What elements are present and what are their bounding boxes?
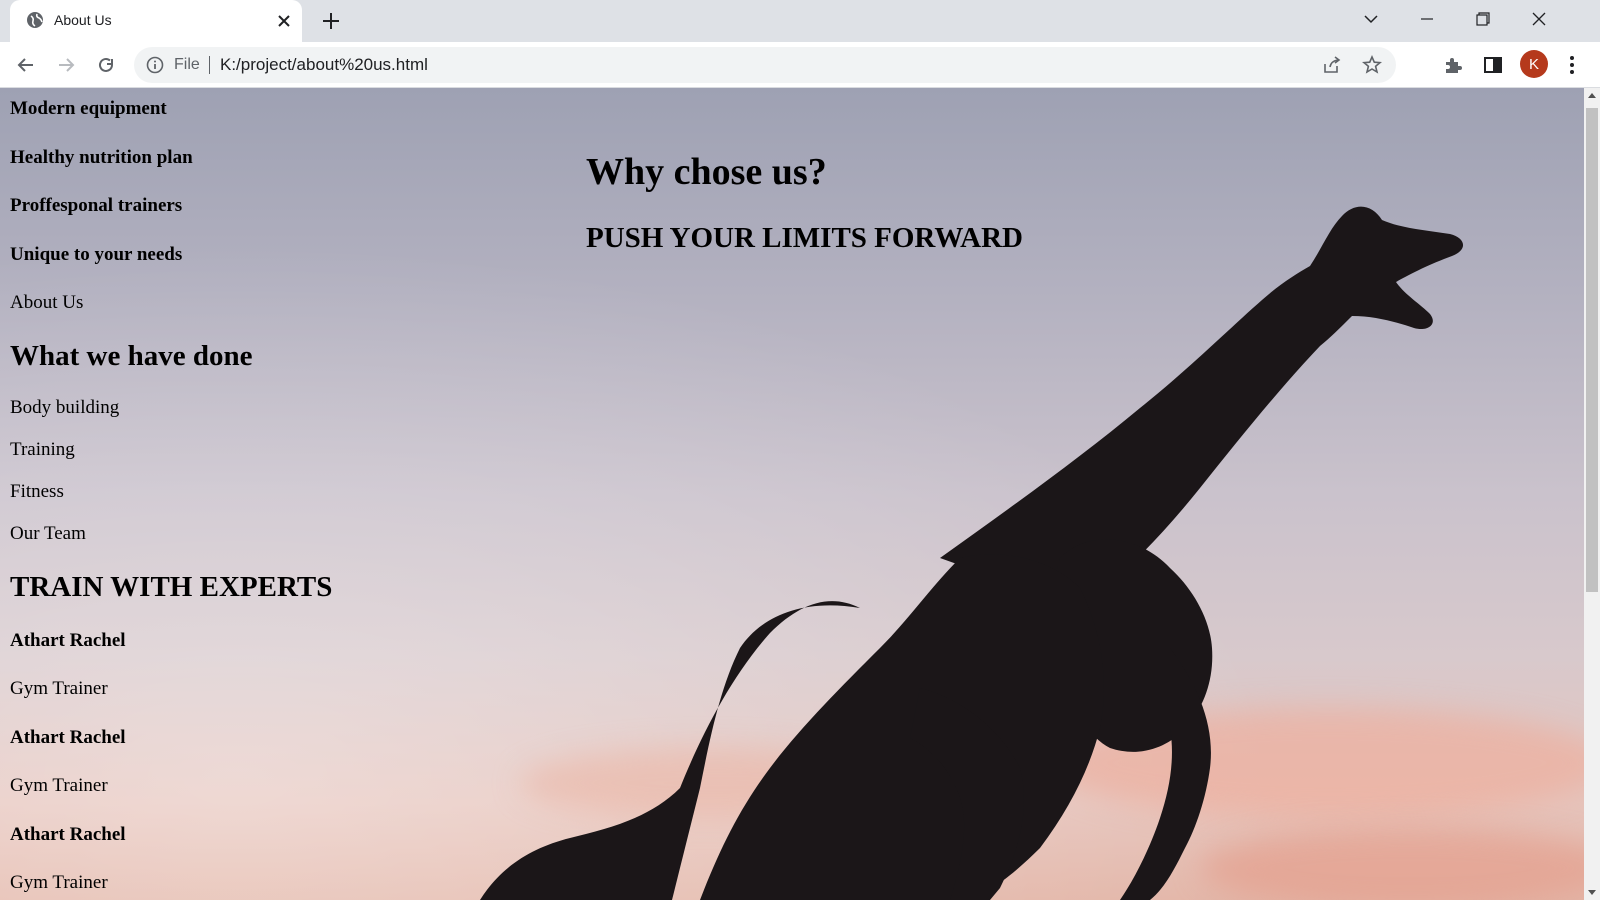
service-training: Training (10, 439, 75, 460)
new-tab-plus-icon[interactable] (320, 10, 342, 32)
about-us-link[interactable]: About Us (10, 292, 83, 314)
scroll-down-arrow-icon[interactable] (1588, 890, 1596, 895)
trainer-role: Gym Trainer (10, 775, 108, 796)
forward-button[interactable] (52, 51, 80, 79)
reload-button[interactable] (92, 51, 120, 79)
tab-search-button[interactable] (1343, 0, 1399, 38)
share-icon[interactable] (1322, 55, 1342, 75)
feature-modern-equipment: Modern equipment (10, 98, 167, 119)
trainer-name: Athart Rachel (10, 727, 126, 748)
globe-icon (27, 12, 43, 28)
trainer-role: Gym Trainer (10, 678, 108, 699)
address-bar[interactable]: File K:/project/about%20us.html (134, 47, 1396, 83)
reload-icon (99, 57, 113, 72)
close-tab-icon[interactable] (274, 11, 294, 31)
scroll-up-arrow-icon[interactable] (1588, 93, 1596, 98)
close-icon (1532, 12, 1546, 26)
chevron-down-icon (1364, 15, 1378, 24)
info-icon[interactable] (146, 56, 164, 74)
feature-nutrition-plan: Healthy nutrition plan (10, 147, 193, 168)
trainer-name: Athart Rachel (10, 824, 126, 845)
url-scheme-label: File (174, 56, 200, 73)
minimize-button[interactable] (1399, 0, 1455, 38)
train-with-experts-heading: TRAIN WITH EXPERTS (10, 571, 333, 603)
trainer-role: Gym Trainer (10, 872, 108, 893)
restore-icon (1476, 12, 1490, 26)
tagline-heading: PUSH YOUR LIMITS FORWARD (586, 222, 1023, 254)
page-viewport: Modern equipment Healthy nutrition plan … (0, 88, 1584, 900)
profile-avatar[interactable]: K (1520, 50, 1548, 78)
tab-title: About Us (54, 12, 112, 28)
tab-about-us[interactable]: About Us (10, 0, 302, 42)
service-body-building: Body building (10, 397, 120, 418)
url-separator (209, 56, 210, 74)
restore-button[interactable] (1455, 0, 1511, 38)
service-fitness: Fitness (10, 481, 64, 502)
vertical-scrollbar[interactable] (1584, 88, 1600, 900)
more-menu-icon[interactable] (1561, 54, 1583, 76)
bookmark-star-icon[interactable] (1362, 55, 1382, 75)
back-button[interactable] (12, 51, 40, 79)
minimize-icon (1421, 18, 1433, 20)
back-arrow-icon (17, 58, 33, 72)
tab-strip: About Us (0, 0, 1600, 42)
scrollbar-thumb[interactable] (1586, 108, 1598, 592)
feature-trainers: Proffesponal trainers (10, 195, 183, 216)
side-panel-icon[interactable] (1482, 54, 1504, 76)
why-chose-us-heading: Why chose us? (586, 151, 827, 193)
feature-unique-needs: Unique to your needs (10, 244, 183, 265)
url-text[interactable]: K:/project/about%20us.html (220, 55, 428, 75)
forward-arrow-icon (59, 58, 75, 72)
close-window-button[interactable] (1511, 0, 1567, 38)
yoga-woman-silhouette-image (480, 206, 1464, 900)
extensions-puzzle-icon[interactable] (1442, 54, 1464, 76)
what-we-have-done-heading: What we have done (10, 340, 253, 372)
browser-toolbar: File K:/project/about%20us.html K (0, 42, 1600, 88)
our-team-link[interactable]: Our Team (10, 523, 86, 545)
trainer-name: Athart Rachel (10, 630, 126, 651)
